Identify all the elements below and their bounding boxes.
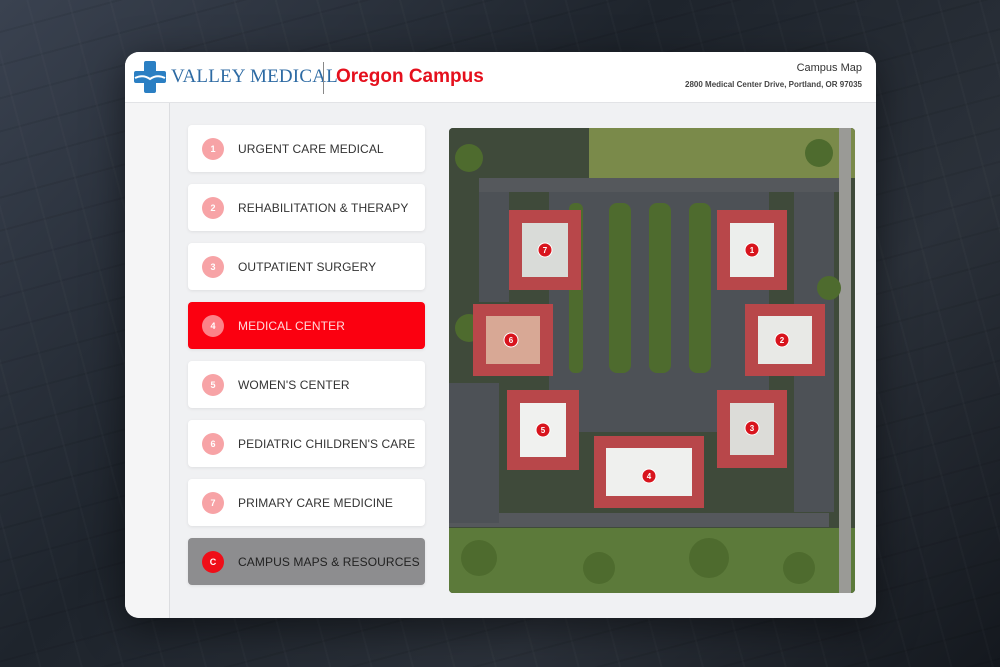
svg-text:4: 4 [647, 472, 652, 481]
item-number-badge: 3 [202, 255, 224, 278]
item-label: MEDICAL CENTER [238, 318, 345, 333]
item-number-badge: 1 [202, 137, 224, 160]
menu-item-primary-care[interactable]: 7 PRIMARY CARE MEDICINE [188, 479, 425, 526]
brand-name: VALLEY MEDICAL [171, 66, 338, 87]
menu-item-urgent-care[interactable]: 1 URGENT CARE MEDICAL [188, 125, 425, 172]
item-number-badge: 4 [202, 314, 224, 337]
map-marker-1[interactable]: 1 [744, 242, 760, 258]
svg-text:5: 5 [541, 426, 546, 435]
app-window: VALLEY MEDICAL Oregon Campus Campus Map … [125, 52, 876, 618]
header: VALLEY MEDICAL Oregon Campus Campus Map … [125, 52, 876, 103]
item-label: PEDIATRIC CHILDREN'S CARE [238, 436, 416, 451]
item-number-badge: 6 [202, 432, 224, 455]
svg-text:6: 6 [509, 336, 514, 345]
medical-cross-icon [134, 61, 166, 93]
item-number-badge: C [202, 550, 224, 573]
map-marker-5[interactable]: 5 [535, 422, 551, 438]
menu-item-rehabilitation[interactable]: 2 REHABILITATION & THERAPY [188, 184, 425, 231]
map-marker-6[interactable]: 6 [503, 332, 519, 348]
header-divider [323, 62, 324, 94]
item-label: CAMPUS MAPS & RESOURCES [238, 554, 420, 569]
location-menu: 1 URGENT CARE MEDICAL 2 REHABILITATION &… [188, 125, 425, 597]
item-label: REHABILITATION & THERAPY [238, 200, 409, 215]
page-title: Campus Map [796, 62, 862, 74]
svg-text:2: 2 [780, 336, 785, 345]
address: 2800 Medical Center Drive, Portland, OR … [685, 80, 862, 89]
svg-text:1: 1 [750, 246, 755, 255]
svg-text:7: 7 [543, 246, 548, 255]
menu-item-pediatric-care[interactable]: 6 PEDIATRIC CHILDREN'S CARE [188, 420, 425, 467]
item-number-badge: 7 [202, 491, 224, 514]
item-number-badge: 5 [202, 373, 224, 396]
menu-item-outpatient-surgery[interactable]: 3 OUTPATIENT SURGERY [188, 243, 425, 290]
map-marker-3[interactable]: 3 [744, 420, 760, 436]
item-number-badge: 2 [202, 196, 224, 219]
campus-title: Oregon Campus [336, 66, 484, 87]
menu-item-womens-center[interactable]: 5 WOMEN'S CENTER [188, 361, 425, 408]
campus-aerial-map[interactable]: 7 1 6 2 5 3 4 [449, 128, 855, 593]
side-strip [125, 103, 170, 618]
menu-item-medical-center[interactable]: 4 MEDICAL CENTER [188, 302, 425, 349]
item-label: PRIMARY CARE MEDICINE [238, 495, 394, 510]
svg-text:3: 3 [750, 424, 755, 433]
map-marker-2[interactable]: 2 [774, 332, 790, 348]
menu-item-campus-resources[interactable]: C CAMPUS MAPS & RESOURCES [188, 538, 425, 585]
item-label: OUTPATIENT SURGERY [238, 259, 377, 274]
logo: VALLEY MEDICAL [133, 60, 338, 94]
map-marker-7[interactable]: 7 [537, 242, 553, 258]
item-label: URGENT CARE MEDICAL [238, 141, 384, 156]
item-label: WOMEN'S CENTER [238, 377, 350, 392]
map-marker-4[interactable]: 4 [641, 468, 657, 484]
